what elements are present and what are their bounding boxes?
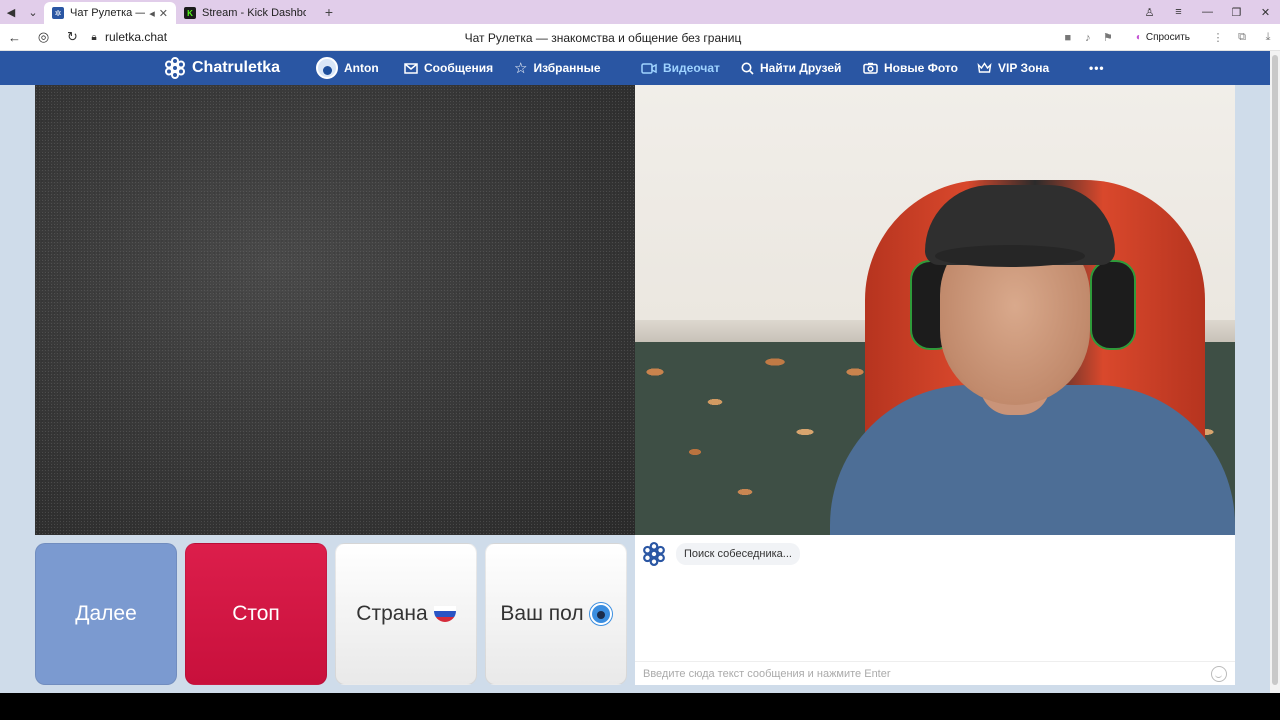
shield-icon[interactable]: ◎ (29, 24, 58, 51)
next-button[interactable]: Далее (35, 543, 177, 685)
nav-vip-label: VIP Зона (998, 61, 1050, 75)
emoji-icon[interactable] (1211, 665, 1227, 682)
nav-messages-label: Сообщения (424, 61, 494, 75)
menu-icon[interactable]: ≡ (1164, 0, 1193, 24)
site-header: Chatruletka Anton Сообщения ☆ Избранные … (0, 51, 1270, 85)
nav-user-profile[interactable]: Anton (316, 51, 379, 85)
reload-icon[interactable]: ↻ (58, 24, 87, 51)
next-label: Далее (75, 602, 137, 625)
nav-messages[interactable]: Сообщения (404, 51, 493, 85)
nav-vip[interactable]: VIP Зона (977, 51, 1049, 85)
male-avatar-icon (589, 603, 612, 625)
more-vertical-icon[interactable]: ⋮ (1208, 24, 1228, 51)
window-controls: ♙ ≡ — ❐ ✕ (1135, 0, 1280, 24)
kick-favicon-icon: K (184, 7, 196, 19)
tabs-dropdown-icon[interactable]: ⌄ (22, 0, 44, 24)
video-static-noise (35, 85, 635, 535)
video-person-cap-brim (935, 245, 1085, 267)
nav-videochat[interactable]: Видеочат (641, 51, 720, 85)
tab-title: Stream - Kick Dashboard (202, 7, 306, 19)
profile-icon[interactable]: ♙ (1135, 0, 1164, 24)
system-message: Поиск собеседника... (642, 542, 800, 566)
nav-new-photos-label: Новые Фото (884, 61, 958, 75)
camera-icon (863, 62, 878, 74)
new-tab-icon[interactable]: + (320, 3, 338, 21)
nav-more-button[interactable]: ••• (1089, 51, 1105, 85)
url-field[interactable]: ruletka.chat (105, 30, 167, 44)
envelope-icon (404, 62, 418, 74)
restore-icon[interactable]: ❐ (1222, 0, 1251, 24)
chat-panel: Поиск собеседника... (635, 535, 1235, 685)
russia-flag-icon (433, 606, 456, 622)
gender-label: Ваш пол (500, 602, 584, 625)
crown-icon (977, 62, 992, 74)
ask-label: Спросить (1145, 32, 1190, 43)
downloads-icon[interactable]: ⤓ (1256, 24, 1280, 51)
chatruletka-bot-icon (643, 542, 665, 566)
headphones-right (1090, 260, 1136, 350)
page-scrollbar[interactable] (1270, 51, 1280, 693)
lock-icon[interactable]: 🔒︎ (87, 24, 101, 51)
stop-button[interactable]: Стоп (185, 543, 327, 685)
close-window-icon[interactable]: ✕ (1251, 0, 1280, 24)
tab-title: Чат Рулетка — знакомства (70, 7, 146, 19)
search-status-bubble: Поиск собеседника... (676, 543, 800, 565)
star-icon: ☆ (514, 60, 528, 77)
nav-favorites[interactable]: ☆ Избранные (514, 51, 601, 85)
videochat-main: Далее Стоп Страна Ваш пол Поиск собеседн… (0, 85, 1270, 693)
nav-videochat-label: Видеочат (663, 61, 720, 75)
nav-find-friends-label: Найти Друзей (760, 61, 842, 75)
site-logo[interactable]: Chatruletka (164, 57, 280, 79)
camera-indicator-icon[interactable]: ■ (1058, 24, 1078, 51)
stop-label: Стоп (232, 602, 280, 625)
nav-new-photos[interactable]: Новые Фото (863, 51, 958, 85)
chatruletka-favicon-icon: ✲ (52, 7, 64, 19)
bookmark-icon[interactable]: ⚑ (1098, 24, 1118, 51)
chatruletka-logo-icon (165, 57, 185, 79)
nav-favorites-label: Избранные (533, 61, 601, 75)
scrollbar-thumb[interactable] (1272, 55, 1278, 685)
user-name: Anton (344, 61, 379, 75)
nav-find-friends[interactable]: Найти Друзей (741, 51, 841, 85)
tab-audio-icon: ◂ (149, 7, 155, 20)
speaker-icon[interactable]: ◀ (0, 0, 22, 24)
address-tools: ■ ♪ ⚑ ◐ Спросить ⋮ ⧉ ⤓ (1058, 24, 1280, 51)
gender-button[interactable]: Ваш пол (485, 543, 627, 685)
minimize-icon[interactable]: — (1193, 0, 1222, 24)
country-button[interactable]: Страна (335, 543, 477, 685)
partner-video (35, 85, 635, 535)
address-bar: ← ◎ ↻ 🔒︎ ruletka.chat Чат Рулетка — знак… (0, 24, 1280, 51)
ask-button[interactable]: ◐ Спросить (1126, 28, 1200, 48)
page-title: Чат Рулетка — знакомства и общение без г… (464, 31, 742, 45)
video-camera-icon (641, 62, 657, 74)
chat-input-row (635, 661, 1235, 685)
chat-message-input[interactable] (635, 667, 1211, 680)
tab-chat-ruletka[interactable]: ✲ Чат Рулетка — знакомства ◂ ✕ (44, 2, 176, 24)
logo-text: Chatruletka (192, 59, 281, 76)
tab-kick-dashboard[interactable]: K Stream - Kick Dashboard (176, 2, 314, 24)
tab-close-icon[interactable]: ✕ (159, 7, 168, 20)
back-icon[interactable]: ← (0, 24, 29, 51)
mic-indicator-icon[interactable]: ♪ (1078, 24, 1098, 51)
browser-tabbar: ◀ ⌄ ✲ Чат Рулетка — знакомства ◂ ✕ K Str… (0, 0, 1280, 24)
collections-icon[interactable]: ⧉ (1228, 24, 1256, 51)
user-avatar (316, 57, 338, 79)
ask-icon: ◐ (1135, 32, 1142, 43)
self-video (635, 85, 1235, 535)
search-icon (741, 62, 754, 75)
more-dots-icon: ••• (1089, 61, 1105, 75)
country-label: Страна (356, 602, 428, 625)
